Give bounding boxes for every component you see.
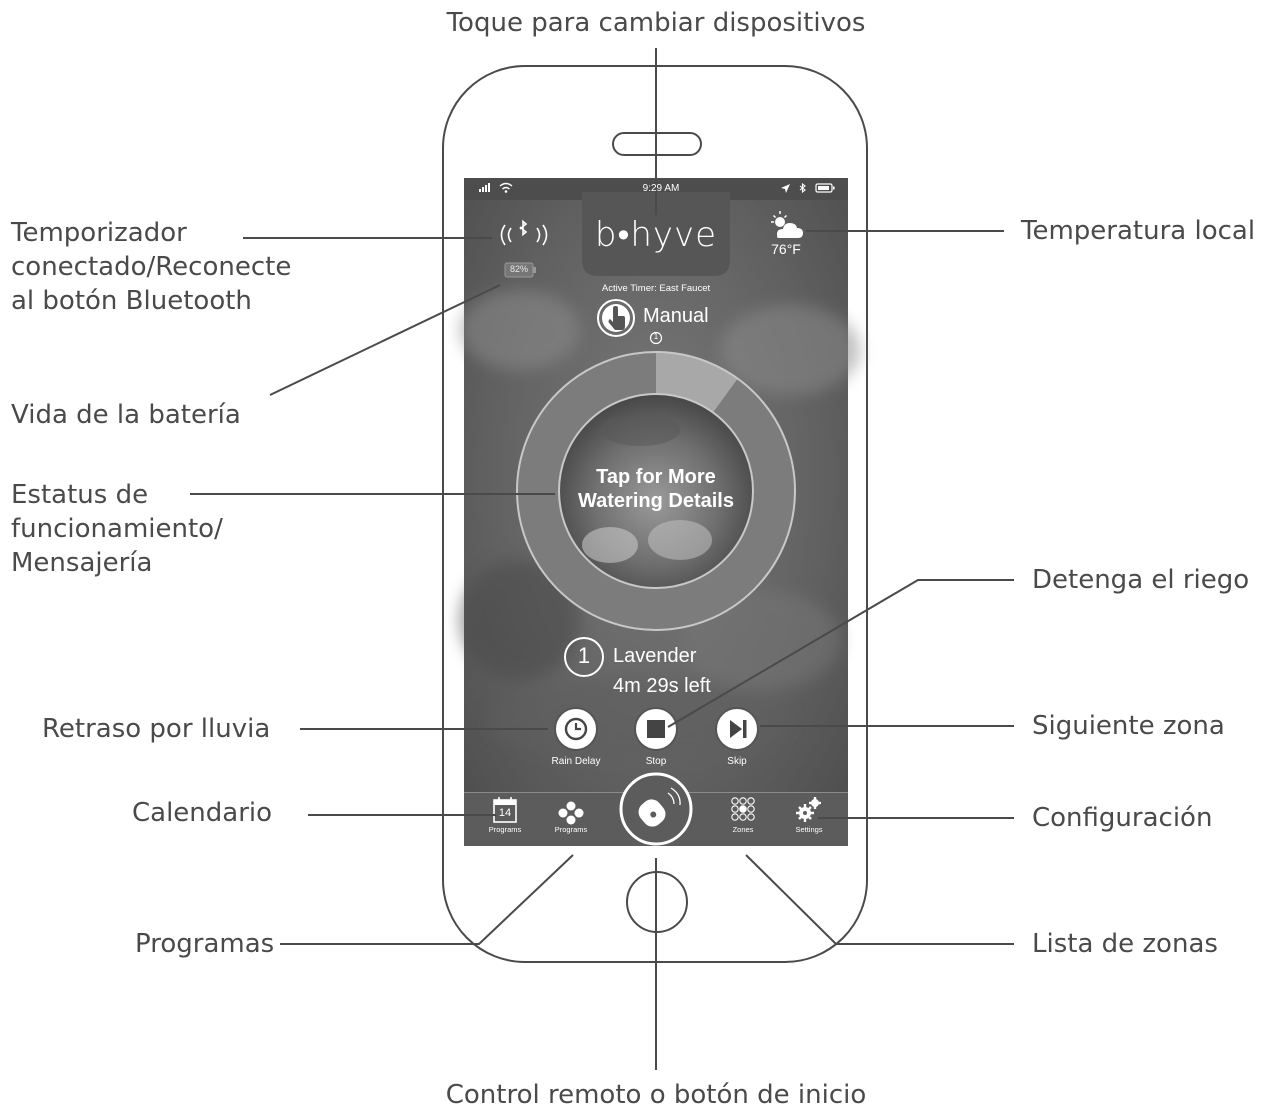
skip-icon <box>730 720 742 738</box>
calendar-day: 14 <box>498 807 512 819</box>
bhyve-logo[interactable]: b•hyve <box>595 215 717 255</box>
mode-index: 1 <box>653 332 659 341</box>
callout-settings: Configuración <box>1032 803 1213 833</box>
callout-battery-life: Vida de la batería <box>11 400 241 430</box>
callout-status-line2: funcionamiento/ <box>11 514 223 544</box>
phone-speaker <box>612 132 702 156</box>
callout-calendar: Calendario <box>132 798 273 828</box>
phone-home-button <box>626 871 688 933</box>
stop-button-shape <box>634 707 678 751</box>
stop-button[interactable]: Stop <box>646 756 667 767</box>
zone-number: 1 <box>577 643 591 668</box>
callout-zones-list: Lista de zonas <box>1032 929 1218 959</box>
skip-button-shape <box>715 707 759 751</box>
zone-name: Lavender <box>613 645 697 667</box>
programs-icon <box>558 801 584 825</box>
partly-sunny-icon <box>771 211 803 238</box>
callout-timer-connected: Temporizador conectado/Reconecte al botó… <box>11 216 291 318</box>
ring-center-text[interactable]: Tap for More Watering Details <box>578 465 734 513</box>
remote-button-shape <box>619 772 693 846</box>
clock-icon <box>564 717 588 741</box>
rain-delay-button-shape <box>554 707 598 751</box>
manual-mode-circle <box>597 299 635 337</box>
wifi-icon <box>499 182 513 190</box>
remote-control-icon <box>638 799 666 827</box>
tab-programs[interactable]: Programs <box>555 825 588 834</box>
callout-timer-line1: Temporizador <box>11 218 187 248</box>
callout-status-line1: Estatus de <box>11 480 149 510</box>
signal-icon <box>479 183 490 192</box>
callout-next-zone: Siguiente zona <box>1032 711 1225 741</box>
bluetooth-status-icon <box>799 182 806 194</box>
weather-temp: 76°F <box>771 241 801 257</box>
callout-operation-status: Estatus de funcionamiento/ Mensajería <box>11 478 223 580</box>
callout-rain-delay: Retraso por lluvia <box>42 714 271 744</box>
bluetooth-icon <box>500 219 548 246</box>
mode-label[interactable]: Manual <box>643 305 709 328</box>
ring-progress-arc <box>655 352 738 413</box>
callout-tap-change-devices: Toque para cambiar dispositivos <box>446 8 866 38</box>
ring-center-line1: Tap for More <box>596 466 716 488</box>
zones-grid-icon <box>731 797 755 821</box>
hand-pointer-icon <box>608 306 625 330</box>
connector-lines <box>190 48 1014 1070</box>
callout-timer-line2: conectado/Reconecte <box>11 252 292 282</box>
phone-battery-icon <box>815 183 835 193</box>
callout-timer-line3: al botón Bluetooth <box>11 286 252 316</box>
gears-icon <box>796 797 821 822</box>
zone-time-left: 4m 29s left <box>613 675 711 697</box>
rain-delay-button[interactable]: Rain Delay <box>552 756 601 767</box>
callout-programs: Programas <box>135 929 275 959</box>
tab-zones[interactable]: Zones <box>733 825 754 834</box>
callout-remote-home: Control remoto o botón de inicio <box>445 1080 867 1110</box>
status-time: 9:29 AM <box>642 183 680 194</box>
location-arrow-icon <box>781 184 790 193</box>
tab-bar <box>464 792 848 846</box>
tab-calendar[interactable]: Programs <box>489 825 522 834</box>
callout-local-temperature: Temperatura local <box>1021 216 1256 246</box>
tab-settings[interactable]: Settings <box>795 825 822 834</box>
active-timer-label: Active Timer: East Faucet <box>601 283 711 294</box>
stop-icon <box>647 720 665 738</box>
ring-center-line2: Watering Details <box>578 490 734 512</box>
battery-percent: 82% <box>509 264 529 274</box>
callout-status-line3: Mensajería <box>11 548 153 578</box>
skip-button[interactable]: Skip <box>727 756 746 767</box>
callout-stop-watering: Detenga el riego <box>1032 565 1250 595</box>
